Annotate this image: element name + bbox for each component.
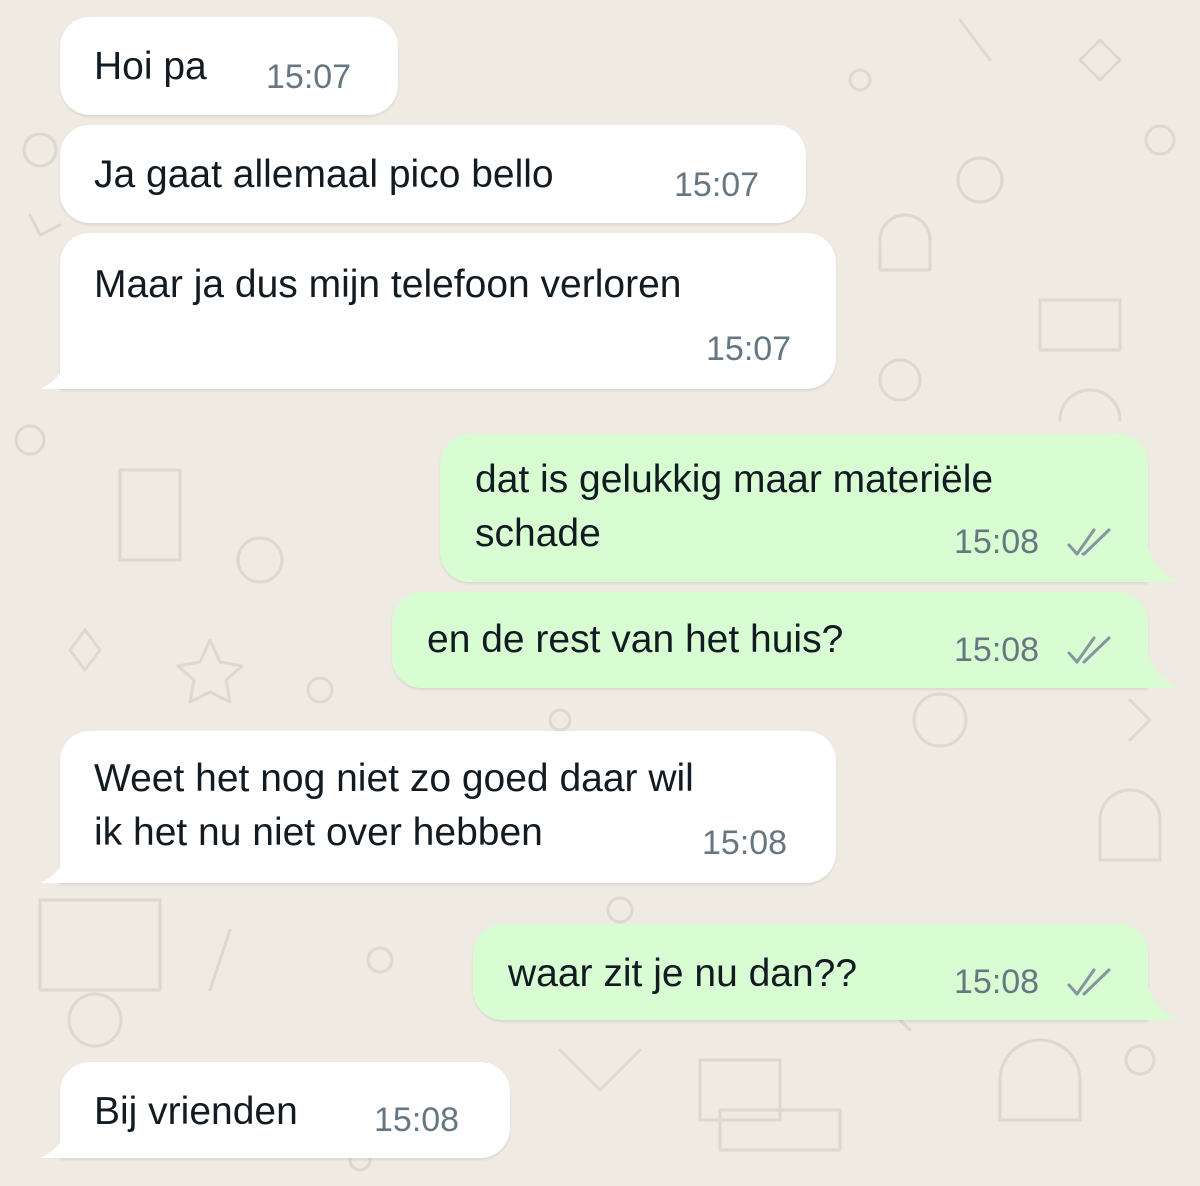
bubble-tail [40, 355, 70, 389]
message-text-line: dat is gelukkig maar materiële [475, 458, 994, 501]
message-timestamp: 15:08 [954, 963, 1040, 1001]
message-timestamp: 15:08 [954, 631, 1040, 669]
incoming-message[interactable]: Ja gaat allemaal pico bello 15:07 [60, 125, 806, 223]
incoming-message[interactable]: Maar ja dus mijn telefoon verloren 15:07 [60, 233, 836, 389]
double-check-icon [1067, 968, 1111, 996]
incoming-message[interactable]: Bij vrienden 15:08 [60, 1062, 510, 1158]
message-timestamp: 15:07 [266, 58, 352, 96]
outgoing-message[interactable]: dat is gelukkig maar materiële schade 15… [440, 434, 1148, 582]
bubble-tail [1148, 548, 1178, 582]
message-timestamp: 15:07 [706, 330, 792, 368]
message-timestamp: 15:08 [954, 523, 1040, 561]
message-text: Ja gaat allemaal pico bello [94, 153, 554, 196]
incoming-message[interactable]: Hoi pa 15:07 [60, 17, 398, 115]
message-text: waar zit je nu dan?? [508, 952, 858, 995]
message-timestamp: 15:08 [702, 824, 788, 862]
chat-message-area[interactable]: Hoi pa 15:07 Ja gaat allemaal pico bello… [0, 0, 1200, 1186]
message-text-line: ik het nu niet over hebben [94, 811, 543, 854]
message-text-line: Weet het nog niet zo goed daar wil [94, 757, 694, 800]
double-check-icon [1067, 528, 1111, 556]
bubble-tail [40, 849, 70, 883]
outgoing-message[interactable]: en de rest van het huis? 15:08 [392, 592, 1148, 688]
bubble-tail [1148, 986, 1178, 1020]
message-timestamp: 15:08 [374, 1101, 460, 1139]
message-timestamp: 15:07 [674, 166, 760, 204]
message-text: en de rest van het huis? [427, 618, 844, 661]
incoming-message[interactable]: Weet het nog niet zo goed daar wil ik he… [60, 731, 836, 883]
double-check-icon [1067, 636, 1111, 664]
message-text: Hoi pa [94, 45, 207, 88]
message-text-line: schade [475, 512, 601, 555]
message-text: Maar ja dus mijn telefoon verloren [94, 263, 682, 306]
message-text: Bij vrienden [94, 1090, 298, 1133]
outgoing-message[interactable]: waar zit je nu dan?? 15:08 [473, 924, 1148, 1020]
bubble-tail [40, 1124, 70, 1158]
bubble-tail [1148, 654, 1178, 688]
